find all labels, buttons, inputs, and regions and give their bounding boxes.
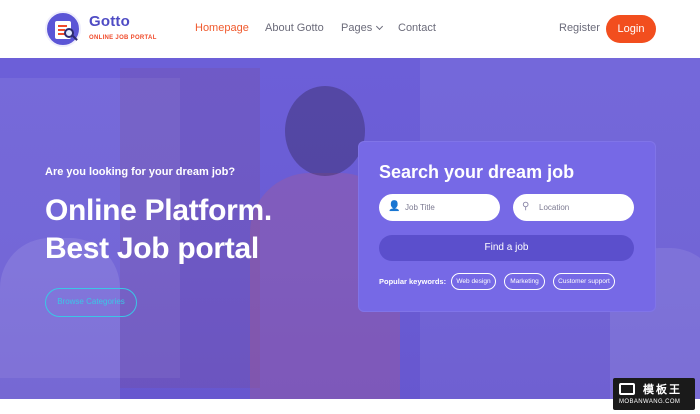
map-pin-icon: ⚲ (522, 201, 530, 212)
user-icon: 👤 (388, 201, 401, 212)
hero-background-wall (120, 68, 260, 388)
watermark-logo-icon (619, 383, 635, 395)
watermark-text-cn: 模板王 (643, 384, 682, 396)
keyword-chip-marketing[interactable]: Marketing (504, 273, 545, 290)
nav-item-homepage[interactable]: Homepage (195, 22, 249, 34)
hero-title-line2: Best Job portal (45, 232, 259, 265)
keyword-chip-customer-support[interactable]: Customer support (553, 273, 615, 290)
hero-section: Are you looking for your dream job? Onli… (0, 58, 700, 399)
chevron-down-icon (376, 22, 384, 31)
search-panel-title: Search your dream job (379, 162, 575, 182)
nav-item-contact[interactable]: Contact (398, 22, 436, 34)
location-field[interactable]: ⚲ (513, 194, 634, 221)
search-panel: Search your dream job 👤 ⚲ Find a job Pop… (358, 141, 656, 312)
site-header: Gotto ONLINE JOB PORTAL Homepage About G… (0, 0, 700, 58)
logo-icon (45, 11, 81, 47)
keyword-chip-web-design[interactable]: Web design (451, 273, 496, 290)
hero-person-head (285, 86, 365, 176)
nav-item-about[interactable]: About Gotto (265, 22, 324, 34)
register-link[interactable]: Register (559, 22, 600, 34)
brand-name: Gotto (89, 13, 130, 30)
brand-tagline: ONLINE JOB PORTAL (89, 35, 157, 41)
nav-item-pages-label: Pages (341, 22, 373, 34)
brand-logo[interactable]: Gotto ONLINE JOB PORTAL (45, 11, 157, 49)
hero-subtitle: Are you looking for your dream job? (45, 166, 236, 178)
watermark: 模板王 MOBANWANG.COM (613, 378, 695, 410)
hero-title-line1: Online Platform. (45, 194, 272, 227)
location-input[interactable] (539, 194, 629, 221)
login-button[interactable]: Login (606, 15, 656, 43)
job-title-input[interactable] (405, 194, 495, 221)
find-job-button[interactable]: Find a job (379, 235, 634, 261)
nav-item-pages[interactable]: Pages (341, 22, 384, 34)
browse-categories-button[interactable]: Browse Categories (45, 288, 137, 317)
popular-keywords-label: Popular keywords: (379, 277, 447, 286)
job-title-field[interactable]: 👤 (379, 194, 500, 221)
watermark-text-en: MOBANWANG.COM (619, 399, 681, 405)
